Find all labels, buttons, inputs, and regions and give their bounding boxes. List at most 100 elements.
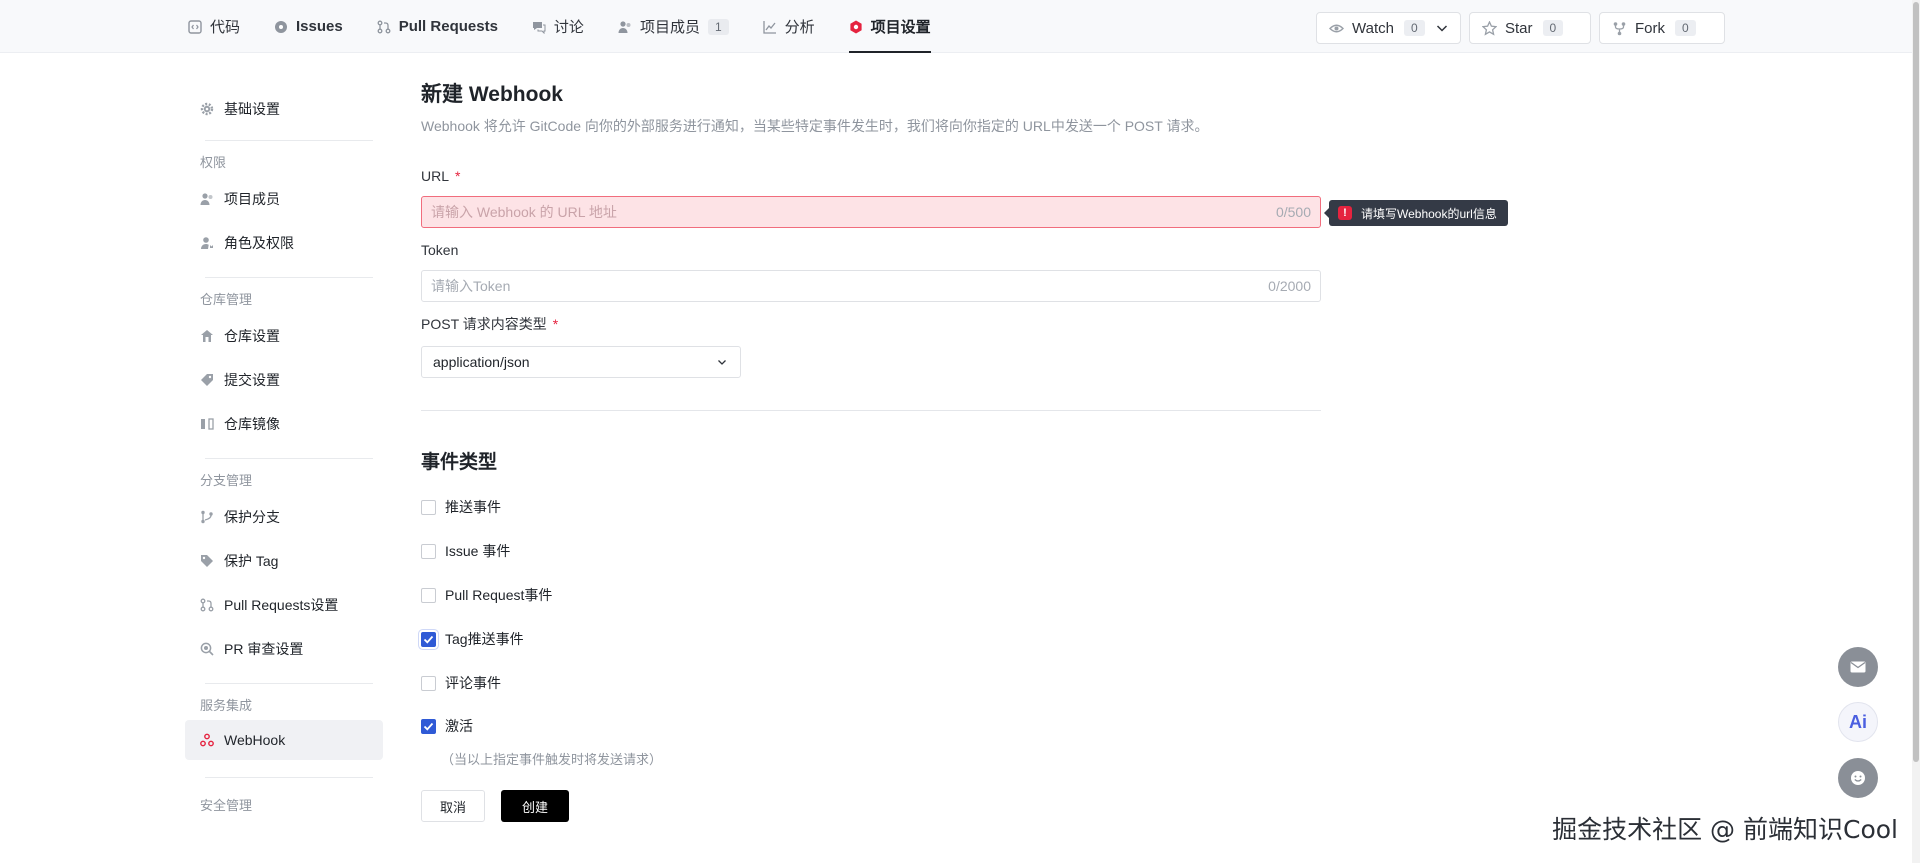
pr-event-checkbox[interactable]: Pull Request事件: [421, 573, 1321, 617]
sidebar-item-pr-settings[interactable]: Pull Requests设置: [185, 583, 383, 627]
sidebar-group-security: 安全管理: [200, 798, 253, 813]
sidebar-group-permissions: 权限: [200, 155, 227, 170]
issue-event-checkbox[interactable]: Issue 事件: [421, 529, 1321, 573]
page-scrollbar[interactable]: [1912, 0, 1920, 863]
feedback-float-button[interactable]: [1838, 758, 1878, 798]
tag-push-event-checkbox[interactable]: Tag推送事件: [421, 617, 1321, 661]
sidebar-divider: [205, 683, 373, 684]
url-char-count: 0/500: [1275, 204, 1311, 220]
fork-count: 0: [1675, 20, 1696, 36]
tab-pull-requests[interactable]: Pull Requests: [377, 0, 498, 53]
members-icon: [618, 20, 632, 34]
checkbox-box[interactable]: [421, 675, 436, 691]
sidebar-group-repo: 仓库管理: [200, 292, 253, 307]
checkbox-box[interactable]: [421, 587, 436, 603]
watermark: 掘金技术社区 @ 前端知识Cool: [1552, 815, 1898, 844]
content-type-label-text: POST 请求内容类型: [421, 316, 547, 332]
discussion-icon: [532, 20, 546, 34]
webhook-icon: [200, 733, 214, 747]
token-label: Token: [421, 240, 1321, 260]
tab-label: Pull Requests: [398, 18, 498, 35]
checkbox-label: Tag推送事件: [445, 631, 524, 647]
fork-label: Fork: [1635, 19, 1665, 37]
sidebar-group-branch: 分支管理: [200, 473, 253, 488]
sidebar-divider: [205, 277, 373, 278]
sidebar-group-services: 服务集成: [200, 698, 253, 713]
url-field: 0/500 ! 请填写Webhook的url信息: [421, 196, 1508, 228]
sidebar-item-commit-settings[interactable]: 提交设置: [185, 358, 383, 402]
settings-sidebar: 基础设置 权限 项目成员 角色及权限 仓库管理 仓库设置 提交设置 仓库镜像 分…: [185, 90, 390, 820]
checkbox-label: Pull Request事件: [445, 587, 553, 603]
watch-count: 0: [1403, 20, 1425, 36]
tab-label: 分析: [784, 19, 815, 36]
active-hint: （当以上指定事件触发时将发送请求）: [441, 752, 663, 767]
tab-members[interactable]: 项目成员 1: [618, 0, 729, 53]
sidebar-item-label: 保护分支: [224, 509, 280, 525]
tab-issues[interactable]: Issues: [274, 0, 343, 53]
push-event-checkbox[interactable]: 推送事件: [421, 485, 1321, 529]
star-button[interactable]: Star 0: [1469, 12, 1591, 44]
tab-discussion[interactable]: 讨论: [532, 0, 584, 53]
sidebar-item-basic-settings[interactable]: 基础设置: [185, 90, 383, 128]
content-type-value: application/json: [433, 354, 530, 370]
url-error-tooltip: ! 请填写Webhook的url信息: [1324, 200, 1508, 226]
tab-code[interactable]: 代码: [188, 0, 240, 53]
sidebar-divider: [205, 140, 373, 141]
mail-icon: [1850, 661, 1866, 673]
create-button[interactable]: 创建: [501, 790, 569, 822]
top-nav-bar: 代码 Issues Pull Requests 讨论 项目成员 1 分析 项目设…: [0, 0, 1920, 53]
tab-project-settings[interactable]: 项目设置: [848, 0, 931, 53]
comment-event-checkbox[interactable]: 评论事件: [421, 661, 1321, 705]
sidebar-item-roles[interactable]: 角色及权限: [185, 221, 383, 265]
checkbox-box[interactable]: [421, 631, 436, 647]
checkbox-box[interactable]: [421, 543, 436, 559]
sidebar-item-webhook[interactable]: WebHook: [185, 720, 383, 760]
fork-button[interactable]: Fork 0: [1599, 12, 1725, 44]
webhook-form: 新建 Webhook Webhook 将允许 GitCode 向你的外部服务进行…: [421, 78, 1508, 822]
required-mark: *: [552, 316, 559, 332]
sidebar-item-protected-tag[interactable]: 保护 Tag: [185, 539, 383, 583]
sidebar-item-repo-mirror[interactable]: 仓库镜像: [185, 402, 383, 446]
required-mark: *: [455, 168, 461, 184]
tab-label: 讨论: [553, 19, 584, 36]
active-checkbox[interactable]: 激活: [421, 705, 1321, 747]
url-label: URL *: [421, 166, 1321, 186]
eye-icon: [1329, 21, 1344, 36]
review-search-icon: [200, 642, 214, 656]
page-description: Webhook 将允许 GitCode 向你的外部服务进行通知，当某些特定事件发…: [421, 118, 1209, 134]
sidebar-item-label: PR 审查设置: [224, 641, 304, 657]
checkbox-box[interactable]: [421, 718, 436, 734]
message-float-button[interactable]: [1838, 647, 1878, 687]
sidebar-item-members[interactable]: 项目成员: [185, 177, 383, 221]
scrollbar-thumb[interactable]: [1913, 2, 1919, 762]
sidebar-divider: [205, 777, 373, 778]
sidebar-item-pr-review[interactable]: PR 审查设置: [185, 627, 383, 671]
tab-analytics[interactable]: 分析: [762, 0, 815, 53]
members-icon: [200, 192, 214, 206]
tag-icon: [200, 554, 214, 568]
chevron-down-icon[interactable]: [1435, 21, 1449, 35]
token-input[interactable]: [431, 278, 1269, 294]
checkbox-box[interactable]: [421, 499, 436, 515]
pull-request-icon: [377, 20, 391, 34]
ai-assistant-button[interactable]: Ai: [1838, 702, 1878, 742]
sidebar-item-label: 提交设置: [224, 372, 280, 388]
page-title: 新建 Webhook: [421, 83, 563, 106]
sidebar-item-protected-branch[interactable]: 保护分支: [185, 495, 383, 539]
star-label: Star: [1505, 19, 1533, 37]
sidebar-item-label: 角色及权限: [224, 235, 294, 251]
error-icon: !: [1338, 206, 1352, 220]
cancel-button[interactable]: 取消: [421, 790, 485, 822]
content-type-select[interactable]: application/json: [421, 346, 741, 378]
sidebar-item-label: Pull Requests设置: [224, 597, 339, 613]
url-input[interactable]: [431, 204, 1276, 220]
watch-button[interactable]: Watch 0: [1316, 12, 1461, 44]
ai-label: Ai: [1849, 711, 1867, 732]
sidebar-item-label: 仓库设置: [224, 328, 280, 344]
mirror-icon: [200, 417, 214, 431]
tab-label: 代码: [210, 19, 241, 36]
form-actions: 取消 创建: [421, 790, 1321, 822]
sidebar-item-label: 仓库镜像: [224, 416, 280, 432]
sidebar-item-repo-settings[interactable]: 仓库设置: [185, 314, 383, 358]
user-role-icon: [200, 236, 214, 250]
